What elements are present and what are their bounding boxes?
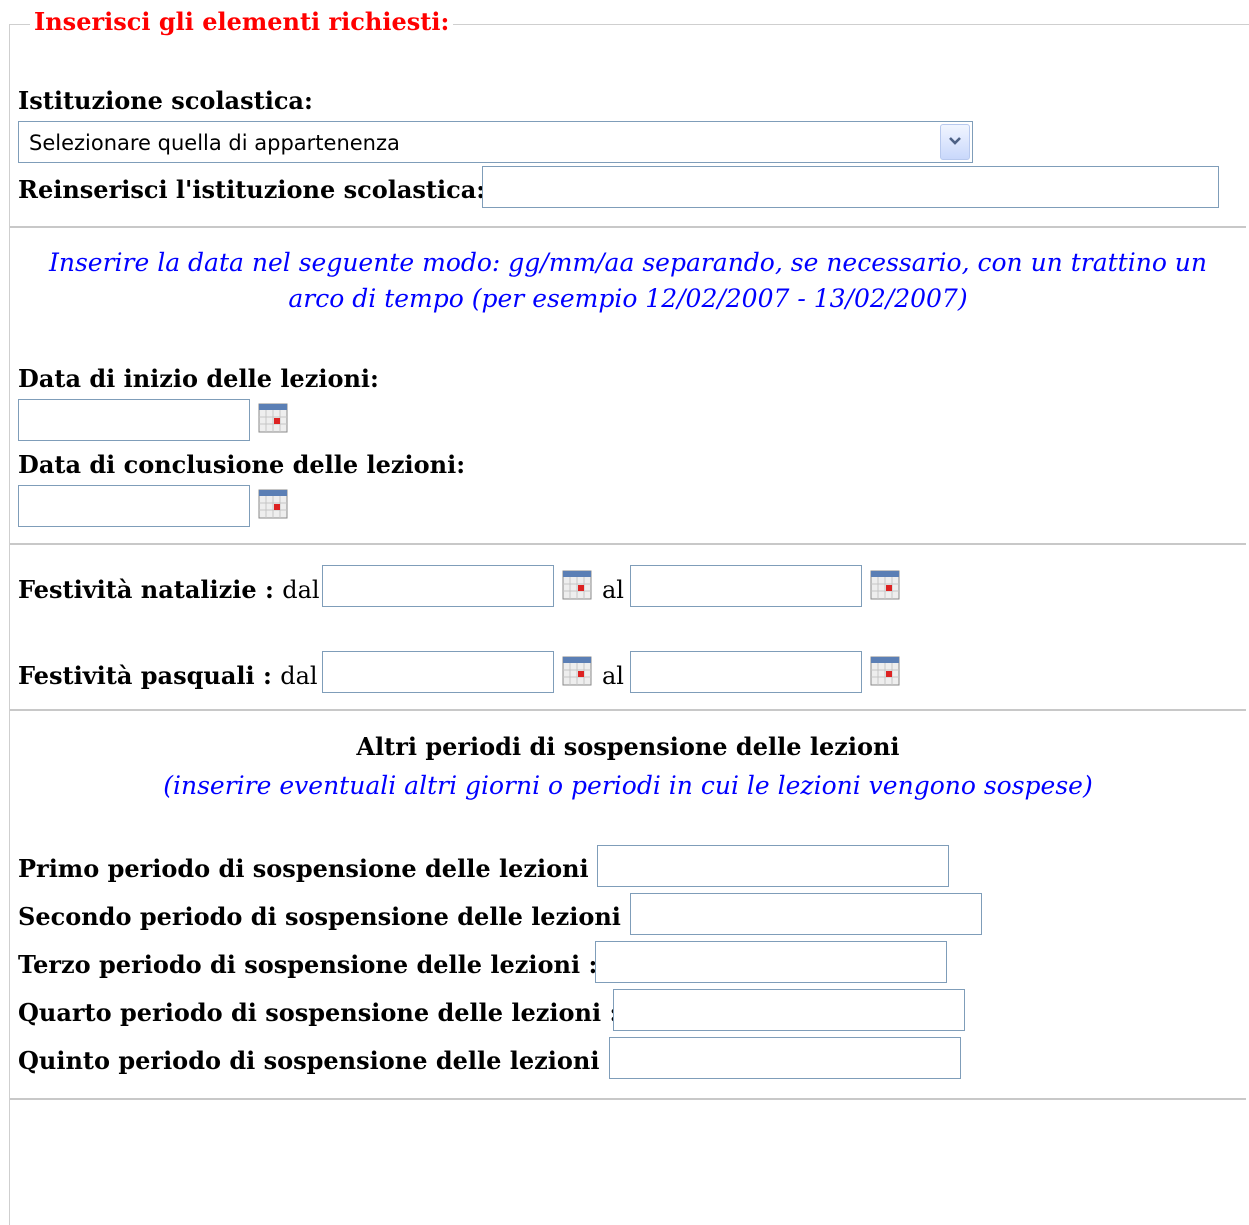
divider [10, 543, 1246, 545]
divider [10, 709, 1246, 711]
al-label: al [602, 662, 624, 690]
natalizie-al-input[interactable] [630, 565, 862, 607]
quarto-periodo-input[interactable] [613, 989, 965, 1031]
reinserisci-label: Reinserisci l'istituzione scolastica: [18, 175, 486, 204]
chevron-down-icon[interactable] [940, 124, 970, 160]
calendar-icon[interactable] [258, 403, 288, 433]
istituzione-select-value: Selezionare quella di appartenenza [29, 131, 400, 155]
calendar-icon[interactable] [870, 570, 900, 600]
calendar-icon[interactable] [870, 656, 900, 686]
primo-periodo-label: Primo periodo di sospensione delle lezio… [18, 854, 606, 883]
quinto-periodo-input[interactable] [609, 1037, 961, 1079]
dal-label: dal [282, 576, 320, 604]
date-format-note-line1: Inserire la data nel seguente modo: gg/m… [48, 248, 1208, 277]
terzo-periodo-label: Terzo periodo di sospensione delle lezio… [18, 950, 598, 979]
data-conclusione-label: Data di conclusione delle lezioni: [18, 450, 466, 479]
calendar-icon[interactable] [258, 489, 288, 519]
pasquali-al-input[interactable] [630, 651, 862, 693]
secondo-periodo-label: Secondo periodo di sospensione delle lez… [18, 902, 639, 931]
terzo-periodo-input[interactable] [595, 941, 947, 983]
istituzione-select[interactable]: Selezionare quella di appartenenza [18, 121, 973, 163]
quinto-periodo-label: Quinto periodo di sospensione delle lezi… [18, 1046, 617, 1075]
calendar-icon[interactable] [562, 656, 592, 686]
al-label: al [602, 576, 624, 604]
reinserisci-input[interactable] [482, 166, 1219, 208]
form-legend: Inserisci gli elementi richiesti: [30, 7, 454, 36]
divider [10, 226, 1246, 228]
pasquali-label: Festività pasquali : dal [18, 661, 318, 690]
data-inizio-input[interactable] [18, 399, 250, 441]
divider [10, 1098, 1246, 1100]
secondo-periodo-input[interactable] [630, 893, 982, 935]
natalizie-label: Festività natalizie : dal [18, 575, 320, 604]
altri-periodi-title: Altri periodi di sospensione delle lezio… [356, 732, 900, 761]
data-inizio-label: Data di inizio delle lezioni: [18, 364, 379, 393]
natalizie-dal-input[interactable] [322, 565, 554, 607]
date-format-note-line2: arco di tempo (per esempio 12/02/2007 - … [288, 284, 968, 313]
altri-periodi-subtitle: (inserire eventuali altri giorni o perio… [163, 771, 1093, 800]
primo-periodo-input[interactable] [597, 845, 949, 887]
data-conclusione-input[interactable] [18, 485, 250, 527]
pasquali-dal-input[interactable] [322, 651, 554, 693]
dal-label: dal [280, 662, 318, 690]
natalizie-label-text: Festività natalizie : [18, 575, 274, 604]
pasquali-label-text: Festività pasquali : [18, 661, 272, 690]
calendar-icon[interactable] [562, 570, 592, 600]
istituzione-label: Istituzione scolastica: [18, 86, 313, 115]
quarto-periodo-label: Quarto periodo di sospensione delle lezi… [18, 998, 619, 1027]
